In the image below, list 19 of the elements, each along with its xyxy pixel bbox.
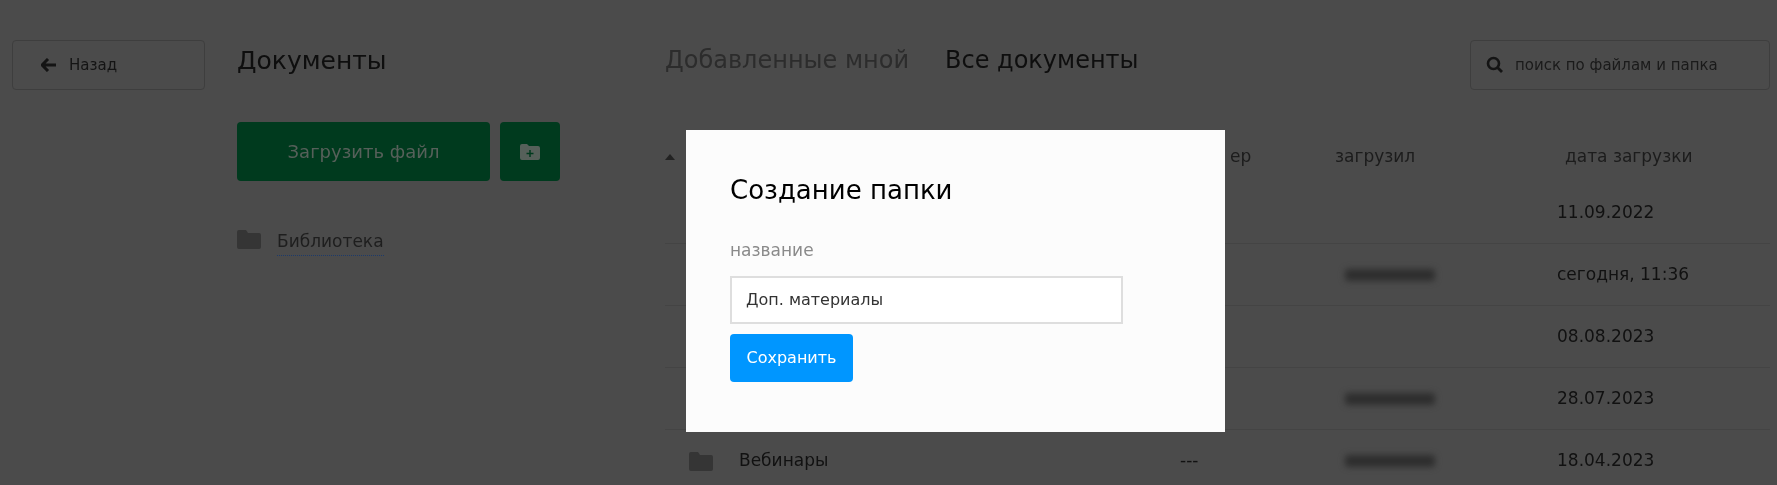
dialog-title: Создание папки [730, 174, 954, 207]
date-cell: 11.09.2022 [1557, 201, 1655, 222]
date-cell: 08.08.2023 [1557, 325, 1655, 346]
date-cell: сегодня, 11:36 [1557, 263, 1690, 284]
tab[interactable]: Все документы [945, 42, 1139, 78]
new-folder-button[interactable] [500, 122, 560, 181]
section-title: Документы [237, 45, 388, 77]
size-cell: --- [1180, 450, 1199, 471]
name-input-field[interactable]: Доп. материалы [730, 275, 1123, 324]
back-button[interactable]: Назад [12, 40, 205, 90]
search-icon [1486, 56, 1504, 74]
upload-file-button[interactable]: Загрузить файл [237, 122, 490, 181]
field-label: название [730, 239, 815, 262]
folder-plus-icon [520, 143, 540, 160]
save-button[interactable]: Сохранить [730, 333, 853, 382]
date-cell: 18.04.2023 [1557, 450, 1655, 471]
folder-name[interactable]: Вебинары [739, 448, 829, 474]
arrow-left-icon [41, 58, 57, 72]
date-cell: 28.07.2023 [1557, 387, 1655, 408]
